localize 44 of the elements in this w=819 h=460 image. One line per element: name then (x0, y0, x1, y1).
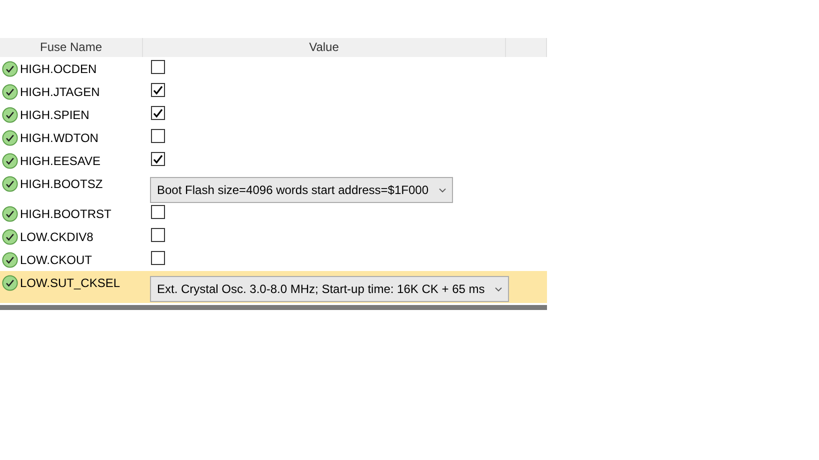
checkbox[interactable] (151, 83, 165, 97)
table-row[interactable]: LOW.CKDIV8 (0, 225, 547, 248)
check-circle-icon (2, 130, 18, 146)
fuse-name: HIGH.BOOTRST (20, 206, 112, 223)
fuse-name: HIGH.EESAVE (20, 153, 100, 170)
checkbox[interactable] (151, 152, 165, 166)
fuse-name: HIGH.OCDEN (20, 61, 97, 78)
fuse-name: LOW.CKOUT (20, 252, 92, 269)
table-row[interactable]: HIGH.WDTON (0, 126, 547, 149)
dropdown[interactable]: Boot Flash size=4096 words start address=$1F000 (150, 177, 452, 203)
column-header[interactable]: Fuse Name (0, 38, 143, 57)
table-row[interactable]: LOW.CKOUT (0, 248, 547, 271)
check-circle-icon (2, 61, 18, 77)
check-circle-icon (2, 275, 18, 291)
fuse-name: HIGH.SPIEN (20, 107, 90, 124)
check-circle-icon (2, 206, 18, 222)
check-circle-icon (2, 176, 18, 192)
table-row[interactable]: HIGH.BOOTRST (0, 202, 547, 225)
checkbox[interactable] (151, 251, 165, 265)
table-row[interactable]: HIGH.JTAGEN (0, 80, 547, 103)
chevron-down-icon (494, 286, 502, 292)
checkbox[interactable] (151, 205, 165, 219)
table-row[interactable]: HIGH.EESAVE (0, 149, 547, 172)
checkbox[interactable] (151, 60, 165, 74)
fuse-name: LOW.CKDIV8 (20, 229, 94, 246)
column-header[interactable]: Value (143, 38, 506, 57)
checkbox[interactable] (151, 106, 165, 120)
check-circle-icon (2, 153, 18, 169)
table-row[interactable]: HIGH.OCDEN (0, 57, 547, 80)
fuse-name: LOW.SUT_CKSEL (20, 275, 120, 292)
table-row[interactable]: LOW.SUT_CKSEL Ext. Crystal Osc. 3.0-8.0 MHz; Start-up time: 16K CK + 65 ms (0, 271, 547, 303)
checkbox[interactable] (151, 129, 165, 143)
check-circle-icon (2, 84, 18, 100)
check-circle-icon (2, 252, 18, 268)
fuse-name: HIGH.BOOTSZ (20, 176, 103, 193)
table-row[interactable]: HIGH.BOOTSZ Boot Flash size=4096 words start address=$1F000 (0, 172, 547, 202)
fuse-name: HIGH.JTAGEN (20, 84, 100, 101)
chevron-down-icon (438, 188, 446, 192)
dropdown[interactable]: Ext. Crystal Osc. 3.0-8.0 MHz; Start-up time: 16K CK + 65 ms (150, 276, 509, 302)
fuse-name: HIGH.WDTON (20, 130, 98, 147)
checkbox[interactable] (151, 228, 165, 242)
check-circle-icon (2, 229, 18, 245)
check-circle-icon (2, 107, 18, 123)
table-row[interactable]: HIGH.SPIEN (0, 103, 547, 126)
